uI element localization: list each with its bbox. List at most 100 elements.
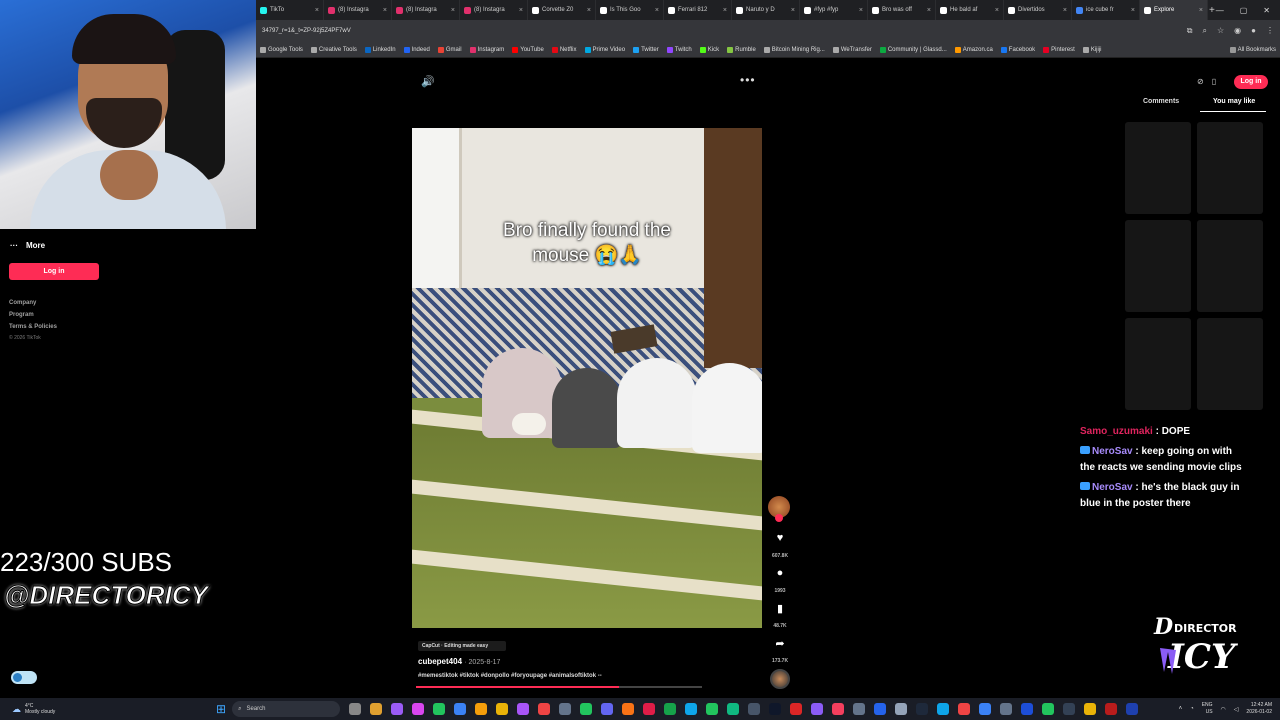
volume-icon[interactable]: 🔊 [421,75,435,88]
browser-tab[interactable]: (8) Instagra × [460,0,528,20]
app-icon[interactable] [958,703,971,715]
weather-widget[interactable]: ☁ 4°C Mostly cloudy [0,703,200,715]
more-menu[interactable]: ··· More [10,241,45,250]
app-icon[interactable] [370,703,383,715]
app-icon[interactable] [748,703,761,715]
app-icon[interactable] [727,703,740,715]
app-icon[interactable] [580,703,593,715]
browser-tab[interactable]: Naruto y D × [732,0,800,20]
bookmark-item[interactable]: Indeed [403,46,430,53]
app-icon[interactable] [895,703,908,715]
tab-close-icon[interactable]: × [655,7,659,14]
app-icon[interactable] [1042,703,1055,715]
bookmark-item[interactable]: Facebook [1000,46,1035,53]
bookmark-item[interactable]: Gmail [437,46,462,53]
app-icon[interactable] [1063,703,1076,715]
app-icon[interactable] [832,703,845,715]
app-icon[interactable] [433,703,446,715]
follow-plus-icon[interactable] [775,514,783,522]
app-icon[interactable] [622,703,635,715]
bookmark-item[interactable]: LinkedIn [364,46,396,53]
tab-close-icon[interactable]: × [1063,7,1067,14]
tab-close-icon[interactable]: × [859,7,863,14]
browser-tab[interactable]: Divertidos × [1004,0,1072,20]
bookmark-item[interactable]: Netflix [551,46,577,53]
like-icon[interactable]: ♥ [770,532,790,544]
bookmark-item[interactable]: Twitch [666,46,692,53]
app-icon[interactable] [790,703,803,715]
terms-link[interactable]: Terms & Policies [9,324,57,330]
app-icon[interactable] [475,703,488,715]
browser-tab[interactable]: He bald af × [936,0,1004,20]
bookmark-item[interactable]: Twitter [633,46,659,53]
app-icon[interactable] [1021,703,1034,715]
app-icon[interactable] [1000,703,1013,715]
app-icon[interactable] [937,703,950,715]
bookmark-item[interactable]: Prime Video [584,46,625,53]
app-icon[interactable] [979,703,992,715]
address-bar[interactable]: 34797_r=1&_t=ZP-92j5Z4PF7wV ⧉ ⌕ ☆ ◉ ● ⋮ [256,20,1280,42]
app-icon[interactable] [454,703,467,715]
windows-start-icon[interactable]: ⊞ [216,702,226,716]
app-icon[interactable] [496,703,509,715]
comment-icon[interactable]: ● [770,567,790,579]
tab-close-icon[interactable]: × [1199,7,1203,14]
coin-icon[interactable]: ⊘ [1197,77,1204,86]
bookmark-item[interactable]: Community | Glassd... [879,46,947,53]
browser-tab[interactable]: TikTo × [256,0,324,20]
clock[interactable]: 12:42 AM 2026-01-02 [1246,702,1272,716]
tab-close-icon[interactable]: × [587,7,591,14]
app-icon[interactable] [811,703,824,715]
suggested-thumbnail[interactable] [1197,122,1263,214]
program-link[interactable]: Program [9,312,34,318]
tab-close-icon[interactable]: × [315,7,319,14]
tab-close-icon[interactable]: × [383,7,387,14]
app-icon[interactable] [874,703,887,715]
language-indicator[interactable]: ENG US [1202,702,1213,716]
header-login-button[interactable]: Log in [1234,75,1268,89]
menu-icon[interactable]: ⋮ [1266,26,1274,36]
video-progress-bar[interactable] [416,686,702,688]
browser-tab[interactable]: #fyp #fyp × [800,0,868,20]
tab-close-icon[interactable]: × [1131,7,1135,14]
app-icon[interactable] [706,703,719,715]
suggested-thumbnail[interactable] [1125,122,1191,214]
browser-tab[interactable]: Is This Goo × [596,0,664,20]
browser-tab[interactable]: Corvette Z0 × [528,0,596,20]
app-icon[interactable] [391,703,404,715]
app-icon[interactable] [916,703,929,715]
tab-close-icon[interactable]: × [451,7,455,14]
wifi-icon[interactable]: ◠ [1221,706,1226,713]
install-icon[interactable]: ⧉ [1187,26,1193,36]
tab-comments[interactable]: Comments [1143,98,1179,105]
bookmark-item[interactable]: Rumble [727,46,756,53]
app-icon[interactable] [685,703,698,715]
bookmark-item[interactable]: Instagram [469,46,504,53]
bookmark-item[interactable]: Pinterest [1043,46,1075,53]
tab-close-icon[interactable]: × [723,7,727,14]
all-bookmarks-button[interactable]: All Bookmarks [1229,46,1276,53]
app-icon[interactable] [1105,703,1118,715]
browser-tab[interactable]: Bro was off × [868,0,936,20]
more-options-icon[interactable]: ••• [740,73,756,87]
device-icon[interactable]: ▯ [1212,77,1216,86]
bookmark-item[interactable]: WeTransfer [832,46,872,53]
zoom-icon[interactable]: ⌕ [1203,26,1207,36]
bookmark-icon[interactable]: ▮ [770,602,790,615]
tab-close-icon[interactable]: × [791,7,795,14]
stream-toggle[interactable] [11,671,37,684]
bookmark-item[interactable]: Amazon.ca [954,46,993,53]
tab-close-icon[interactable]: × [519,7,523,14]
app-icon[interactable] [412,703,425,715]
video-player[interactable] [412,128,762,628]
network-icon[interactable]: ◔ [1190,706,1194,712]
app-icon[interactable] [349,703,362,715]
bookmark-item[interactable]: Creative Tools [310,46,357,53]
sidebar-login-button[interactable]: Log in [9,263,99,280]
taskbar-search[interactable]: ⌕ Search [232,701,341,717]
extension-icon[interactable]: ◉ [1234,26,1241,36]
app-icon[interactable] [769,703,782,715]
suggested-thumbnail[interactable] [1125,220,1191,312]
bookmark-item[interactable]: Kick [699,46,719,53]
app-icon[interactable] [538,703,551,715]
